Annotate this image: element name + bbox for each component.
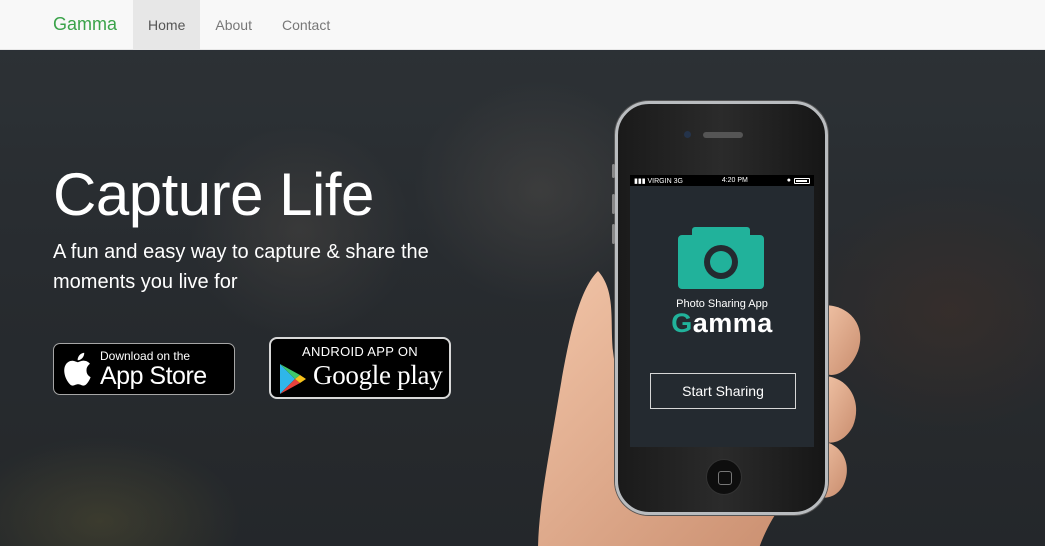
nav-link-about[interactable]: About — [200, 0, 267, 49]
phone-screen: ▮▮▮ VIRGIN 3G 4:20 PM ● Photo Sharing Ap… — [630, 175, 814, 447]
status-carrier: VIRGIN — [647, 177, 672, 185]
hero-headline: Capture Life — [53, 161, 374, 228]
app-store-big-label: App Store — [100, 361, 207, 390]
hero-subheadline: A fun and easy way to capture & share th… — [53, 241, 429, 293]
phone-volume-down — [612, 224, 615, 244]
status-network: 3G — [673, 177, 683, 185]
lock-icon: ● — [786, 177, 791, 184]
app-store-small-label: Download on the — [100, 348, 191, 363]
battery-icon — [794, 177, 810, 184]
status-bar: ▮▮▮ VIRGIN 3G 4:20 PM ● — [630, 175, 814, 186]
hero-section: Capture Life A fun and easy way to captu… — [0, 51, 1045, 546]
app-name-first-letter: G — [671, 308, 693, 338]
start-sharing-button[interactable]: Start Sharing — [650, 373, 796, 409]
google-play-button[interactable]: ANDROID APP ON Google play — [269, 337, 451, 399]
phone-mockup: ▮▮▮ VIRGIN 3G 4:20 PM ● Photo Sharing Ap… — [612, 101, 828, 515]
phone-volume-up — [612, 194, 615, 214]
nav-link-home[interactable]: Home — [133, 0, 201, 49]
phone-speaker — [703, 132, 743, 138]
google-play-small-label: ANDROID APP ON — [302, 344, 418, 359]
brand-link[interactable]: Gamma — [0, 0, 133, 49]
google-play-icon — [278, 363, 308, 400]
app-store-button[interactable]: Download on the App Store — [53, 343, 235, 395]
signal-icon: ▮▮▮ — [634, 177, 646, 185]
apple-icon — [54, 351, 100, 387]
camera-icon — [678, 227, 764, 289]
app-name-rest: amma — [692, 308, 773, 338]
hero-background-photo — [0, 51, 1045, 546]
phone-mute-switch — [612, 164, 615, 178]
phone-home-button — [706, 459, 742, 495]
nav-link-contact[interactable]: Contact — [267, 0, 345, 49]
google-play-big-label: Google play — [313, 360, 443, 390]
app-name: Gamma — [630, 308, 814, 339]
phone-front-camera — [684, 131, 691, 138]
status-time: 4:20 PM — [721, 177, 748, 184]
navbar: Gamma Home About Contact — [0, 0, 1045, 50]
